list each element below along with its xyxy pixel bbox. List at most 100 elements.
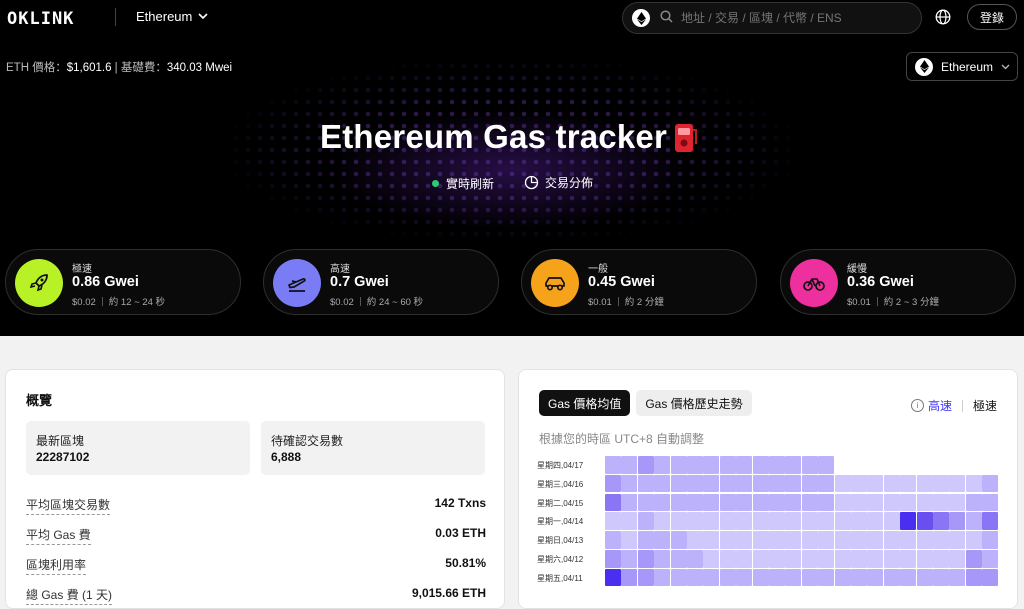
speed-card-normal[interactable]: 一般 0.45 Gwei $0.01 約 2 分鐘: [521, 249, 757, 315]
heatmap-cell[interactable]: [851, 493, 867, 512]
heatmap-cell[interactable]: [900, 568, 917, 587]
heatmap-cell[interactable]: [670, 512, 687, 531]
heatmap-cell[interactable]: [801, 493, 818, 512]
heatmap-cell[interactable]: [883, 531, 900, 549]
heatmap-cell[interactable]: [605, 550, 621, 568]
heatmap-cell[interactable]: [670, 474, 687, 493]
heatmap-cell[interactable]: [637, 550, 654, 568]
heatmap-cell[interactable]: [900, 474, 917, 493]
heatmap-cell[interactable]: [605, 512, 621, 531]
heatmap-cell[interactable]: [949, 568, 966, 587]
heatmap-cell[interactable]: [703, 531, 720, 549]
heatmap-cell[interactable]: [703, 550, 720, 568]
heatmap-cell[interactable]: [982, 474, 999, 493]
search-input[interactable]: [679, 10, 903, 26]
chain-selector[interactable]: Ethereum: [136, 9, 208, 24]
heatmap-cell[interactable]: [933, 550, 949, 568]
tab-gas-average[interactable]: Gas 價格均值: [539, 390, 631, 416]
heatmap-cell[interactable]: [687, 474, 703, 493]
heatmap-cell[interactable]: [883, 493, 900, 512]
heatmap-cell[interactable]: [851, 531, 867, 549]
heatmap-cell[interactable]: [982, 493, 999, 512]
heatmap-cell[interactable]: [670, 456, 687, 474]
legend-fastest[interactable]: 極速: [973, 397, 997, 414]
heatmap-cell[interactable]: [851, 512, 867, 531]
heatmap-cell[interactable]: [736, 568, 753, 587]
heatmap-cell[interactable]: [736, 474, 753, 493]
heatmap-cell[interactable]: [654, 493, 671, 512]
heatmap-cell[interactable]: [605, 531, 621, 549]
heatmap-cell[interactable]: [867, 474, 884, 493]
heatmap-cell[interactable]: [801, 568, 818, 587]
tab-gas-history[interactable]: Gas 價格歷史走勢: [636, 390, 752, 416]
heatmap-cell[interactable]: [834, 550, 851, 568]
heatmap-cell[interactable]: [900, 550, 917, 568]
heatmap-cell[interactable]: [637, 474, 654, 493]
heatmap-cell[interactable]: [687, 493, 703, 512]
heatmap-cell[interactable]: [719, 550, 736, 568]
heatmap-cell[interactable]: [900, 512, 917, 531]
heatmap-cell[interactable]: [736, 512, 753, 531]
heatmap-cell[interactable]: [752, 550, 769, 568]
heatmap-cell[interactable]: [621, 531, 638, 549]
info-icon[interactable]: i: [910, 399, 924, 412]
heatmap-cell[interactable]: [719, 474, 736, 493]
heatmap-cell[interactable]: [834, 512, 851, 531]
heatmap-cell[interactable]: [965, 474, 982, 493]
search-bar[interactable]: [622, 2, 922, 34]
heatmap-cell[interactable]: [703, 493, 720, 512]
heatmap-cell[interactable]: [769, 531, 785, 549]
heatmap-cell[interactable]: [769, 493, 785, 512]
heatmap-cell[interactable]: [965, 531, 982, 549]
heatmap-cell[interactable]: [916, 550, 933, 568]
globe-icon[interactable]: [935, 9, 951, 25]
heatmap-cell[interactable]: [752, 456, 769, 474]
heatmap-cell[interactable]: [687, 512, 703, 531]
heatmap-cell[interactable]: [605, 493, 621, 512]
heatmap-cell[interactable]: [736, 456, 753, 474]
heatmap-cell[interactable]: [654, 456, 671, 474]
heatmap-cell[interactable]: [818, 493, 835, 512]
heatmap-cell[interactable]: [949, 493, 966, 512]
heatmap-cell[interactable]: [769, 474, 785, 493]
heatmap-cell[interactable]: [654, 512, 671, 531]
heatmap-cell[interactable]: [818, 550, 835, 568]
heatmap-cell[interactable]: [621, 493, 638, 512]
heatmap-cell[interactable]: [752, 512, 769, 531]
heatmap-cell[interactable]: [670, 550, 687, 568]
heatmap-cell[interactable]: [933, 531, 949, 549]
latest-block-value[interactable]: 22287102: [36, 450, 89, 464]
heatmap-cell[interactable]: [703, 512, 720, 531]
heatmap-cell[interactable]: [752, 474, 769, 493]
heatmap-cell[interactable]: [949, 531, 966, 549]
heatmap-cell[interactable]: [785, 512, 802, 531]
heatmap-cell[interactable]: [621, 456, 638, 474]
heatmap-cell[interactable]: [621, 512, 638, 531]
heatmap-cell[interactable]: [867, 531, 884, 549]
heatmap-cell[interactable]: [834, 493, 851, 512]
heatmap-cell[interactable]: [965, 512, 982, 531]
heatmap-cell[interactable]: [719, 568, 736, 587]
heatmap-cell[interactable]: [933, 512, 949, 531]
heatmap-cell[interactable]: [687, 550, 703, 568]
heatmap-cell[interactable]: [670, 493, 687, 512]
heatmap-cell[interactable]: [654, 550, 671, 568]
heatmap-cell[interactable]: [949, 512, 966, 531]
heatmap-cell[interactable]: [834, 531, 851, 549]
heatmap-cell[interactable]: [851, 568, 867, 587]
heatmap-cell[interactable]: [883, 512, 900, 531]
heatmap-cell[interactable]: [818, 456, 835, 474]
oklink-logo[interactable]: OKLINK: [7, 9, 74, 29]
legend-fast[interactable]: 高速: [928, 397, 952, 414]
heatmap-cell[interactable]: [916, 474, 933, 493]
heatmap-cell[interactable]: [818, 512, 835, 531]
heatmap-cell[interactable]: [785, 550, 802, 568]
heatmap-cell[interactable]: [965, 568, 982, 587]
heatmap-cell[interactable]: [818, 568, 835, 587]
heatmap-cell[interactable]: [637, 512, 654, 531]
heatmap-cell[interactable]: [900, 493, 917, 512]
heatmap-cell[interactable]: [769, 550, 785, 568]
heatmap-cell[interactable]: [982, 512, 999, 531]
heatmap-cell[interactable]: [916, 512, 933, 531]
heatmap-cell[interactable]: [867, 550, 884, 568]
